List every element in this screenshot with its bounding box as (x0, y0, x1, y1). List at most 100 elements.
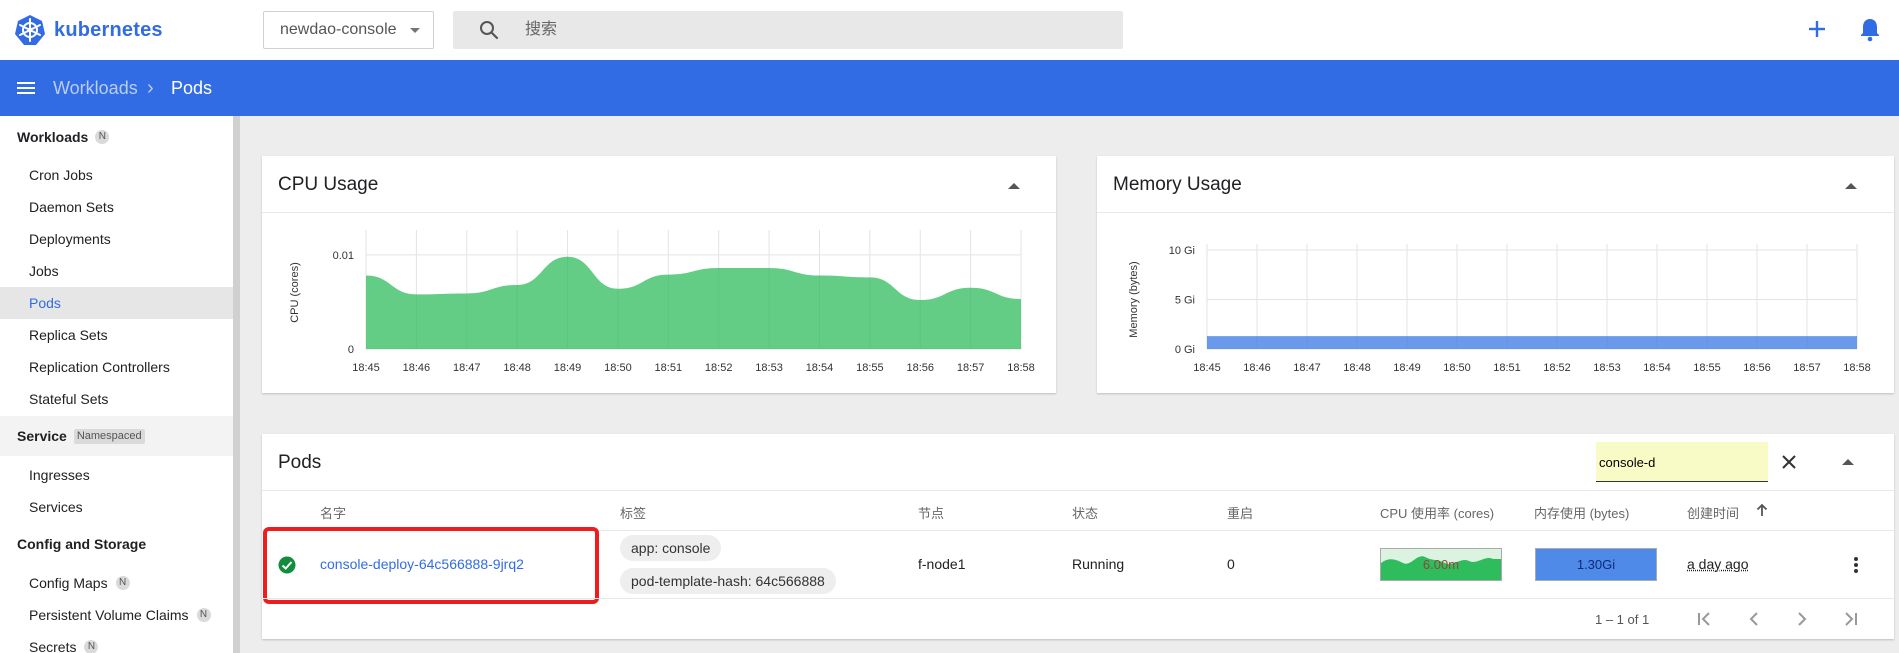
nav-label: Daemon Sets (29, 199, 114, 215)
y-tick-label: 0 Gi (1175, 344, 1195, 356)
page-header: Workloads › Pods (0, 60, 1899, 116)
next-page-icon[interactable] (1793, 610, 1811, 628)
pod-created-time[interactable]: a day ago (1687, 556, 1749, 572)
x-tick-label: 18:49 (1393, 362, 1421, 374)
sidebar-item-pods[interactable]: Pods (0, 287, 233, 319)
namespace-selector[interactable]: newdao-console (263, 11, 434, 49)
x-tick-label: 18:46 (403, 362, 431, 374)
x-tick-label: 18:58 (1843, 362, 1871, 374)
pod-node: f-node1 (918, 556, 966, 572)
memory-value: 1.30Gi (1576, 557, 1616, 572)
x-tick-label: 18:48 (503, 362, 531, 374)
menu-icon[interactable] (15, 78, 37, 98)
nav-label: Config Maps (29, 575, 108, 591)
pods-card-title: Pods (278, 452, 322, 473)
previous-page-icon[interactable] (1745, 610, 1763, 628)
y-axis-label: Memory (bytes) (1128, 261, 1140, 337)
sidebar-item-cron-jobs[interactable]: Cron Jobs (0, 159, 233, 191)
nav-label: Stateful Sets (29, 391, 109, 407)
x-tick-label: 18:49 (554, 362, 582, 374)
sidebar-item-replication-controllers[interactable]: Replication Controllers (0, 351, 233, 383)
x-tick-label: 18:46 (1243, 362, 1271, 374)
section-label: Config and Storage (17, 536, 147, 552)
nav-label: Replication Controllers (29, 359, 170, 375)
collapse-icon[interactable] (1842, 459, 1854, 465)
x-tick-label: 18:50 (604, 362, 632, 374)
y-tick-label: 10 Gi (1169, 245, 1195, 257)
sidebar-item-replica-sets[interactable]: Replica Sets (0, 319, 233, 351)
page-title: Pods (171, 78, 213, 98)
nav-label: Deployments (29, 231, 111, 247)
column-header-cpu: CPU 使用率 (cores) (1380, 506, 1495, 521)
top-bar: kubernetes newdao-console (0, 0, 1899, 60)
clear-filter-icon[interactable] (1781, 454, 1797, 470)
pods-filter-input[interactable] (1596, 442, 1768, 482)
card-divider (262, 490, 1894, 491)
column-header-name[interactable]: 名字 (320, 503, 346, 522)
x-tick-label: 18:47 (1293, 362, 1321, 374)
sidebar-item-persistent-volume-claims[interactable]: Persistent Volume Claims N (0, 599, 233, 631)
x-tick-label: 18:58 (1007, 362, 1035, 374)
nav-label: Secrets (29, 639, 77, 653)
y-tick-label: 0.01 (333, 250, 354, 262)
sidebar-item-jobs[interactable]: Jobs (0, 255, 233, 287)
x-tick-label: 18:54 (1643, 362, 1671, 374)
x-tick-label: 18:53 (1593, 362, 1621, 374)
first-page-icon[interactable] (1696, 610, 1714, 628)
pods-filter[interactable] (1596, 442, 1768, 482)
column-header-labels: 标签 (620, 506, 647, 521)
y-tick-label: 5 Gi (1175, 295, 1195, 307)
row-divider (262, 598, 1894, 599)
namespace-value: newdao-console (280, 21, 397, 38)
namespaced-badge: Namespaced (73, 428, 145, 444)
column-header-created[interactable]: 创建时间 (1687, 503, 1739, 522)
last-page-icon[interactable] (1841, 610, 1859, 628)
sidebar-item-ingresses[interactable]: Ingresses (0, 459, 233, 491)
search-bar[interactable] (453, 11, 1123, 49)
pod-status: Running (1072, 556, 1125, 572)
namespaced-badge: N (95, 130, 110, 144)
namespaced-badge: N (115, 576, 130, 590)
namespaced-badge: N (196, 608, 211, 622)
x-tick-label: 18:54 (806, 362, 834, 374)
notifications-bell-icon[interactable] (1858, 16, 1882, 42)
sidebar-item-services[interactable]: Services (0, 491, 233, 523)
sidebar-item-daemon-sets[interactable]: Daemon Sets (0, 191, 233, 223)
sidebar-section-workloads[interactable]: Workloads N (17, 129, 110, 145)
nav-label: Persistent Volume Claims (29, 607, 189, 623)
column-header-status: 状态 (1072, 506, 1099, 521)
breadcrumb-separator-icon: › (147, 77, 154, 99)
search-input[interactable] (525, 11, 1105, 49)
sidebar-section-config-and-storage[interactable]: Config and Storage (17, 536, 146, 552)
sidebar-section-service[interactable]: Service Namespaced (0, 416, 233, 456)
x-tick-label: 18:57 (957, 362, 985, 374)
sidebar-item-config-maps[interactable]: Config Maps N (0, 567, 233, 599)
label-chip: app: console (620, 535, 722, 561)
column-header-memory: 内存使用 (bytes) (1534, 506, 1630, 521)
section-label: Workloads (17, 129, 89, 145)
x-tick-label: 18:56 (906, 362, 934, 374)
x-tick-label: 18:57 (1793, 362, 1821, 374)
cpu-sparkline: 6.00m (1380, 548, 1502, 581)
sidebar-item-deployments[interactable]: Deployments (0, 223, 233, 255)
sort-arrow-up-icon[interactable] (1756, 503, 1768, 517)
more-vert-icon[interactable] (1852, 555, 1860, 575)
x-tick-label: 18:51 (1493, 362, 1521, 374)
pod-restarts: 0 (1227, 556, 1235, 572)
data-area (366, 256, 1021, 349)
kubernetes-logo[interactable]: kubernetes (14, 14, 163, 46)
breadcrumb-workloads[interactable]: Workloads (53, 78, 138, 99)
sidebar-scrollbar[interactable] (233, 116, 240, 653)
x-tick-label: 18:50 (1443, 362, 1471, 374)
sidebar-item-secrets[interactable]: Secrets N (0, 631, 233, 653)
nav-label: Services (29, 499, 83, 515)
label-chip: pod-template-hash: 64c566888 (620, 568, 836, 594)
x-tick-label: 18:52 (1543, 362, 1571, 374)
create-plus-icon[interactable] (1805, 17, 1829, 41)
sidebar-item-stateful-sets[interactable]: Stateful Sets (0, 383, 233, 415)
nav-label: Pods (29, 295, 61, 311)
nav-label: Cron Jobs (29, 167, 93, 183)
x-tick-label: 18:51 (655, 362, 683, 374)
section-label: Service (17, 428, 67, 444)
cpu-value: 6.00m (1422, 557, 1460, 572)
